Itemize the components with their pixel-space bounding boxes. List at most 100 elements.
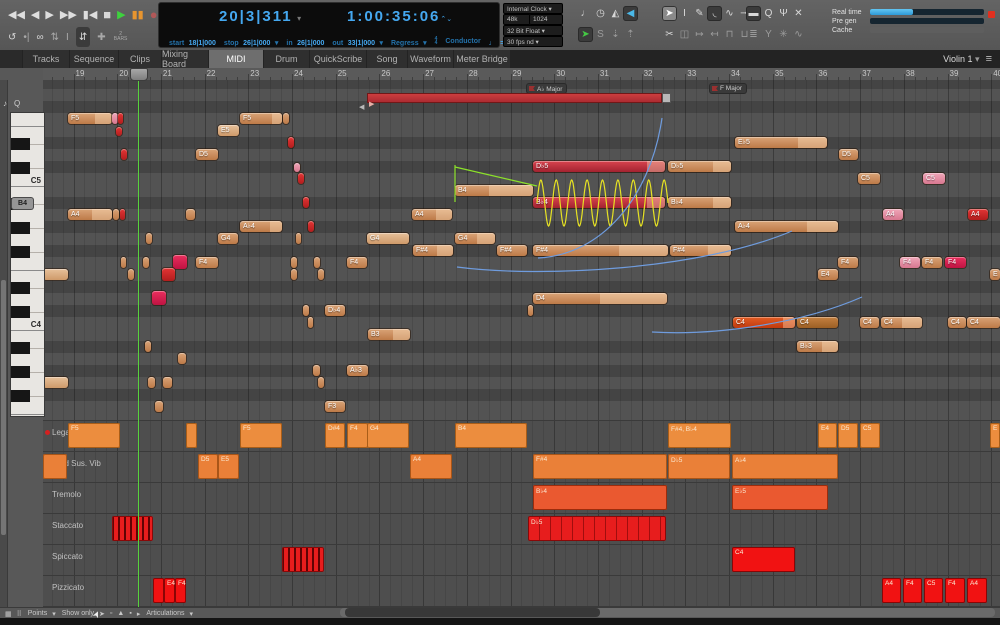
midi-note[interactable]: C4 (733, 317, 795, 328)
metronome-icon[interactable]: ♩ (578, 6, 593, 21)
midi-note[interactable]: D♭4 (325, 305, 345, 316)
midi-note[interactable] (152, 291, 166, 305)
mini-menu-icon[interactable]: ≡ (986, 53, 992, 65)
midi-note[interactable] (121, 257, 126, 268)
zoom-tool-icon[interactable]: Q (761, 6, 776, 21)
midi-note[interactable]: D5 (196, 149, 218, 160)
midi-note[interactable]: E4 (818, 269, 838, 280)
black-key-Db5[interactable] (11, 162, 30, 174)
tab-waveform[interactable]: Waveform (408, 50, 453, 68)
midi-note[interactable] (163, 377, 172, 388)
articulation-block[interactable]: C4 (732, 547, 795, 572)
pencil-tool-icon[interactable]: ✎ (692, 6, 707, 21)
articulation-block[interactable]: F4 (945, 578, 965, 603)
sample-rate-field[interactable]: 48k (503, 14, 531, 25)
articulations-selector[interactable]: Articulations (146, 610, 184, 617)
midi-note[interactable]: F#4 (497, 245, 527, 256)
note-grid[interactable]: Legato F5 F5 D#4 F4 G4 B4 F#4, B♭4 E4 D5 C5 E Sord S… (43, 80, 1000, 607)
slur-icon[interactable]: S (593, 27, 608, 42)
tab-song[interactable]: Song (367, 50, 407, 68)
tab-stub[interactable] (0, 50, 22, 68)
midi-note[interactable] (288, 137, 294, 148)
record-button[interactable]: ● (150, 5, 158, 23)
midi-note[interactable] (298, 173, 304, 184)
magnify-icon[interactable]: Q (14, 99, 20, 108)
clock-source-selector[interactable]: Internal Clock ▾ (503, 3, 563, 14)
reshape-tool-icon[interactable]: ◟ (707, 6, 722, 21)
articulation-block[interactable]: A4 (967, 578, 987, 603)
midi-note[interactable] (528, 305, 533, 316)
branch-icon[interactable]: Y (761, 27, 776, 42)
midi-note[interactable] (186, 209, 195, 220)
articulation-block[interactable]: F5 (240, 423, 282, 448)
midi-note[interactable]: E♭5 (735, 137, 827, 148)
articulation-block[interactable]: D#4 (325, 423, 345, 448)
note-zoom-icon[interactable]: ♪ (3, 99, 7, 108)
midi-note[interactable]: G4 (367, 233, 409, 244)
midi-note[interactable]: F3 (325, 401, 345, 412)
midi-note[interactable] (43, 377, 68, 388)
stop-button[interactable]: ■ (103, 5, 111, 23)
points-selector[interactable]: Points (28, 610, 47, 617)
step-back-button[interactable]: ◀ (31, 5, 39, 23)
pointer-tool-icon[interactable]: ➤ (662, 6, 677, 21)
pause-button[interactable]: ▮▮ (132, 5, 144, 23)
tab-tracks[interactable]: Tracks (23, 50, 69, 68)
step-forward-button[interactable]: ▶ (45, 5, 53, 23)
autoscroll-icon[interactable]: ➤ (578, 27, 593, 42)
midi-note[interactable]: C4 (860, 317, 879, 328)
vertical-scroll-thumb[interactable] (1, 280, 6, 535)
out-field[interactable]: out 33|1|000 ▾ (332, 32, 383, 50)
track-selector[interactable]: Violin 1 ▾ (943, 54, 979, 65)
midi-note[interactable]: C4 (797, 317, 838, 328)
articulation-block[interactable]: A4 (882, 578, 901, 603)
articulation-block[interactable]: F5 (68, 423, 120, 448)
midi-note[interactable]: F5 (240, 113, 282, 124)
articulation-block[interactable]: F4 (347, 423, 368, 448)
undo-icon[interactable]: ↺ (8, 28, 16, 46)
midi-note[interactable] (43, 269, 68, 280)
articulation-block[interactable] (112, 516, 153, 541)
articulation-block[interactable]: C5 (924, 578, 943, 603)
markers-icon[interactable]: ◭ (608, 6, 623, 21)
shift-up-icon[interactable]: ⇡ (623, 27, 638, 42)
black-key-Ab3[interactable] (11, 366, 30, 378)
midi-note[interactable]: F4 (838, 257, 858, 268)
articulation-block[interactable] (282, 547, 324, 572)
articulation-block[interactable]: A♭4 (732, 454, 838, 479)
midi-note[interactable] (291, 269, 297, 280)
articulation-block[interactable]: D5 (198, 454, 218, 479)
midi-note[interactable]: F#4 (533, 245, 668, 256)
memory-start-marker[interactable]: ◀ (359, 103, 364, 111)
midi-note[interactable]: B3 (368, 329, 410, 340)
midi-note[interactable] (120, 209, 125, 220)
mute-tool-icon[interactable]: ▬ (746, 6, 761, 21)
play-button[interactable]: ▶ (117, 5, 125, 23)
articulation-block[interactable]: B4 (455, 423, 527, 448)
merge-icon[interactable]: ↦ (692, 27, 707, 42)
tab-sequence[interactable]: Sequence (70, 50, 118, 68)
go-to-start-button[interactable]: ▮◀ (83, 5, 98, 23)
articulation-block[interactable]: G4 (367, 423, 409, 448)
midi-note[interactable] (121, 149, 127, 160)
midi-note[interactable] (318, 377, 324, 388)
marquee-icon[interactable]: I (66, 28, 69, 46)
rewind-button[interactable]: ◀◀ (8, 5, 25, 23)
small-square-icon[interactable]: ▪ (129, 610, 131, 617)
buffer-size-field[interactable]: 1024 (529, 14, 563, 25)
midi-note[interactable]: F5 (68, 113, 112, 124)
scissors-tool-icon[interactable]: ✂ (662, 27, 677, 42)
wave-tool-icon[interactable]: ∿ (722, 6, 737, 21)
articulation-block[interactable]: F4 (175, 578, 186, 603)
articulations-caret-icon[interactable]: ▾ (189, 610, 193, 618)
tab-clips[interactable]: Clips (119, 50, 161, 68)
add-icon[interactable]: ✚ (97, 28, 105, 46)
midi-note[interactable]: F4 (945, 257, 966, 268)
tab-quickscribe[interactable]: QuickScribe (310, 50, 366, 68)
sprayer-icon[interactable]: ✳ (776, 27, 791, 42)
midi-note[interactable]: E (990, 269, 1000, 280)
midi-note[interactable]: A♭4 (240, 221, 282, 232)
midi-note[interactable] (314, 257, 320, 268)
articulation-block[interactable]: F#4, B♭4 (668, 423, 731, 448)
midi-note[interactable]: B♭4 (668, 197, 731, 208)
